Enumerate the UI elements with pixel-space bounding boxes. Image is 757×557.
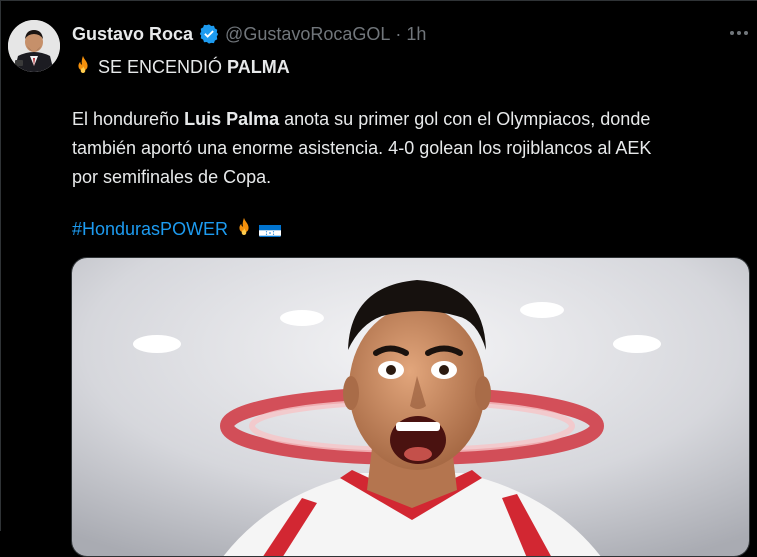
timestamp[interactable]: 1h: [406, 24, 426, 45]
paragraph-line-2: también aportó una enorme asistencia. 4-…: [72, 138, 652, 158]
text-segment: anota su primer gol con el Olympiacos, d…: [279, 109, 651, 129]
text-segment: El hondureño: [72, 109, 185, 129]
paragraph-line-1: El hondureño Luis Palma anota su primer …: [72, 105, 752, 134]
hashtag-link[interactable]: #HondurasPOWER: [72, 219, 228, 239]
hashtag-line: #HondurasPOWER: [72, 215, 752, 244]
divider: [1, 0, 757, 1]
avatar[interactable]: [8, 20, 60, 72]
headline-text: SE ENCENDIÓ: [98, 57, 228, 77]
player-photo: [72, 258, 749, 556]
fire-emoji-icon: [72, 55, 94, 77]
fire-emoji-icon: [233, 217, 255, 239]
more-options-icon[interactable]: [730, 28, 752, 38]
tweet-header: Gustavo Roca @GustavoRocaGOL · 1h: [72, 22, 426, 46]
tweet-text: SE ENCENDIÓ PALMA El hondureño Luis Palm…: [72, 53, 752, 244]
author-handle[interactable]: @GustavoRocaGOL: [225, 24, 390, 45]
author-name[interactable]: Gustavo Roca: [72, 24, 193, 45]
avatar-image: [8, 20, 60, 72]
player-name-bold: Luis Palma: [184, 109, 280, 129]
paragraph-line-3: por semifinales de Copa.: [72, 167, 272, 187]
honduras-flag-icon: [259, 221, 282, 237]
verified-badge-icon[interactable]: [198, 23, 220, 45]
tweet-media-image[interactable]: [71, 257, 750, 557]
headline-line: SE ENCENDIÓ PALMA: [72, 53, 752, 82]
headline-bold: PALMA: [227, 57, 290, 77]
tweet-card[interactable]: Gustavo Roca @GustavoRocaGOL · 1h SE ENC…: [0, 0, 757, 557]
separator-dot: ·: [395, 23, 402, 44]
